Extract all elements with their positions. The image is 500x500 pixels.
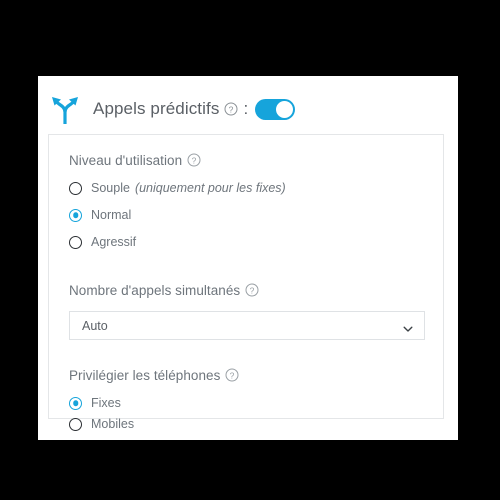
predictive-calls-card: Appels prédictifs? : Niveau d'utilisatio…: [38, 76, 458, 440]
radio-option-souple[interactable]: Souple (uniquement pour les fixes): [69, 181, 423, 195]
screen-background: Appels prédictifs? : Niveau d'utilisatio…: [0, 0, 500, 500]
fork-arrows-icon: [48, 92, 82, 126]
predictive-calls-toggle[interactable]: [255, 98, 296, 120]
field-label-privilegier-telephones: Privilégier les téléphones?: [69, 368, 423, 383]
chevron-down-icon: [403, 321, 413, 332]
help-circle-icon[interactable]: ?: [187, 153, 201, 167]
radio-label: Fixes: [91, 396, 121, 410]
radio-option-fixes[interactable]: Fixes: [69, 396, 423, 410]
title-separator: :: [243, 99, 249, 118]
simultaneous-calls-select[interactable]: Auto: [69, 311, 425, 340]
field-label-niveau-utilisation: Niveau d'utilisation?: [69, 153, 423, 168]
page-title: Appels prédictifs?: [93, 99, 238, 119]
radio-label: Agressif: [91, 235, 137, 249]
field-label-nombre-appels-simultanes: Nombre d'appels simultanés?: [69, 283, 423, 298]
help-circle-icon[interactable]: ?: [225, 368, 239, 382]
radio-indicator: [69, 208, 82, 222]
svg-text:?: ?: [250, 285, 255, 295]
radio-option-agressif[interactable]: Agressif: [69, 235, 423, 249]
radio-indicator: [69, 235, 82, 249]
help-circle-icon[interactable]: ?: [224, 101, 238, 116]
svg-text:?: ?: [230, 370, 235, 380]
radio-option-mobiles[interactable]: Mobiles: [69, 417, 423, 431]
help-circle-icon[interactable]: ?: [245, 283, 259, 297]
radio-label: Normal: [91, 208, 132, 222]
select-value: Auto: [82, 318, 108, 333]
toggle-knob: [276, 100, 294, 118]
radio-label: Souple: [91, 181, 130, 195]
card-header: Appels prédictifs? :: [48, 84, 296, 134]
settings-panel: Niveau d'utilisation? Souple (uniquement…: [48, 134, 444, 431]
radio-indicator: [69, 181, 82, 195]
radio-indicator: [69, 417, 82, 431]
radio-option-normal[interactable]: Normal: [69, 208, 423, 222]
svg-text:?: ?: [229, 104, 234, 114]
svg-text:?: ?: [192, 155, 197, 165]
radio-note: (uniquement pour les fixes): [134, 181, 286, 195]
radio-indicator: [69, 396, 82, 410]
radio-label: Mobiles: [91, 417, 135, 431]
